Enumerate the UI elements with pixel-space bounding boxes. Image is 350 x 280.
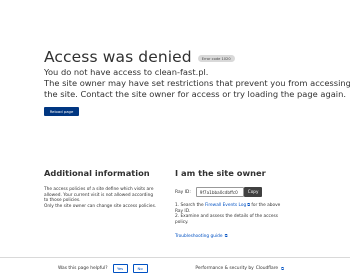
description: You do not have access to clean-fast.pl.…	[44, 67, 350, 101]
page: Access was denied Error code 1020 You do…	[0, 0, 350, 280]
cloudflare-link[interactable]: Cloudflare	[256, 266, 278, 271]
description-line: The site owner may have set restrictions…	[44, 78, 350, 89]
site-owner-heading: I am the site owner	[175, 168, 266, 178]
page-title: Access was denied	[44, 48, 192, 66]
external-link-icon: ⧉	[281, 266, 284, 271]
performance-label: Performance & security by	[195, 266, 254, 271]
feedback-question: Was this page helpful?	[58, 266, 108, 271]
additional-line: The access policies of a site define whi…	[44, 187, 154, 192]
additional-line: Only the site owner can change site acce…	[44, 203, 157, 209]
performance-credit: Performance & security by Cloudflare ⧉	[195, 266, 284, 271]
additional-information-heading: Additional information	[44, 168, 150, 178]
step-one: 1. Search the Firewall Events Log⧉ for t…	[175, 202, 345, 209]
ray-id-value[interactable]: 9f7a1bba0cdbffc0	[195, 187, 244, 197]
description-line: the site. Contact the site owner for acc…	[44, 89, 347, 100]
step-one-prefix: 1. Search the	[175, 203, 206, 208]
copy-ray-id-button[interactable]: Copy	[243, 187, 263, 197]
troubleshooting-row: Troubleshooting guide ⧉	[175, 233, 345, 240]
feedback-no-button[interactable]: No	[132, 264, 148, 273]
troubleshooting-guide-link[interactable]: Troubleshooting guide	[175, 234, 223, 239]
description-line: You do not have access to clean-fast.pl.	[44, 67, 209, 77]
firewall-events-log-link[interactable]: Firewall Events Log	[205, 203, 246, 208]
owner-steps: 1. Search the Firewall Events Log ⧉ for t…	[175, 202, 345, 240]
feedback-yes-button[interactable]: Yes	[112, 264, 128, 273]
step-two-line-two: policy.	[175, 219, 189, 225]
site-owner-section: I am the site owner Ray ID: 9f7a1bba0cdb…	[175, 168, 345, 240]
ray-id-row: Ray ID: 9f7a1bba0cdbffc0 Copy	[175, 187, 345, 197]
additional-information-section: Additional information The access polici…	[44, 168, 169, 209]
step-one-suffix: for the above	[250, 203, 281, 208]
error-code-badge: Error code 1020	[197, 55, 235, 62]
footer: Was this page helpful? Yes No Performanc…	[0, 257, 350, 280]
ray-id-label: Ray ID:	[175, 189, 191, 195]
additional-information-text: The access policies of a site define whi…	[44, 187, 169, 209]
title-row: Access was denied Error code 1020	[44, 48, 235, 66]
reload-page-button[interactable]: Reload page	[44, 107, 79, 116]
feedback-row: Was this page helpful? Yes No	[58, 264, 148, 273]
external-link-icon: ⧉	[223, 233, 228, 239]
